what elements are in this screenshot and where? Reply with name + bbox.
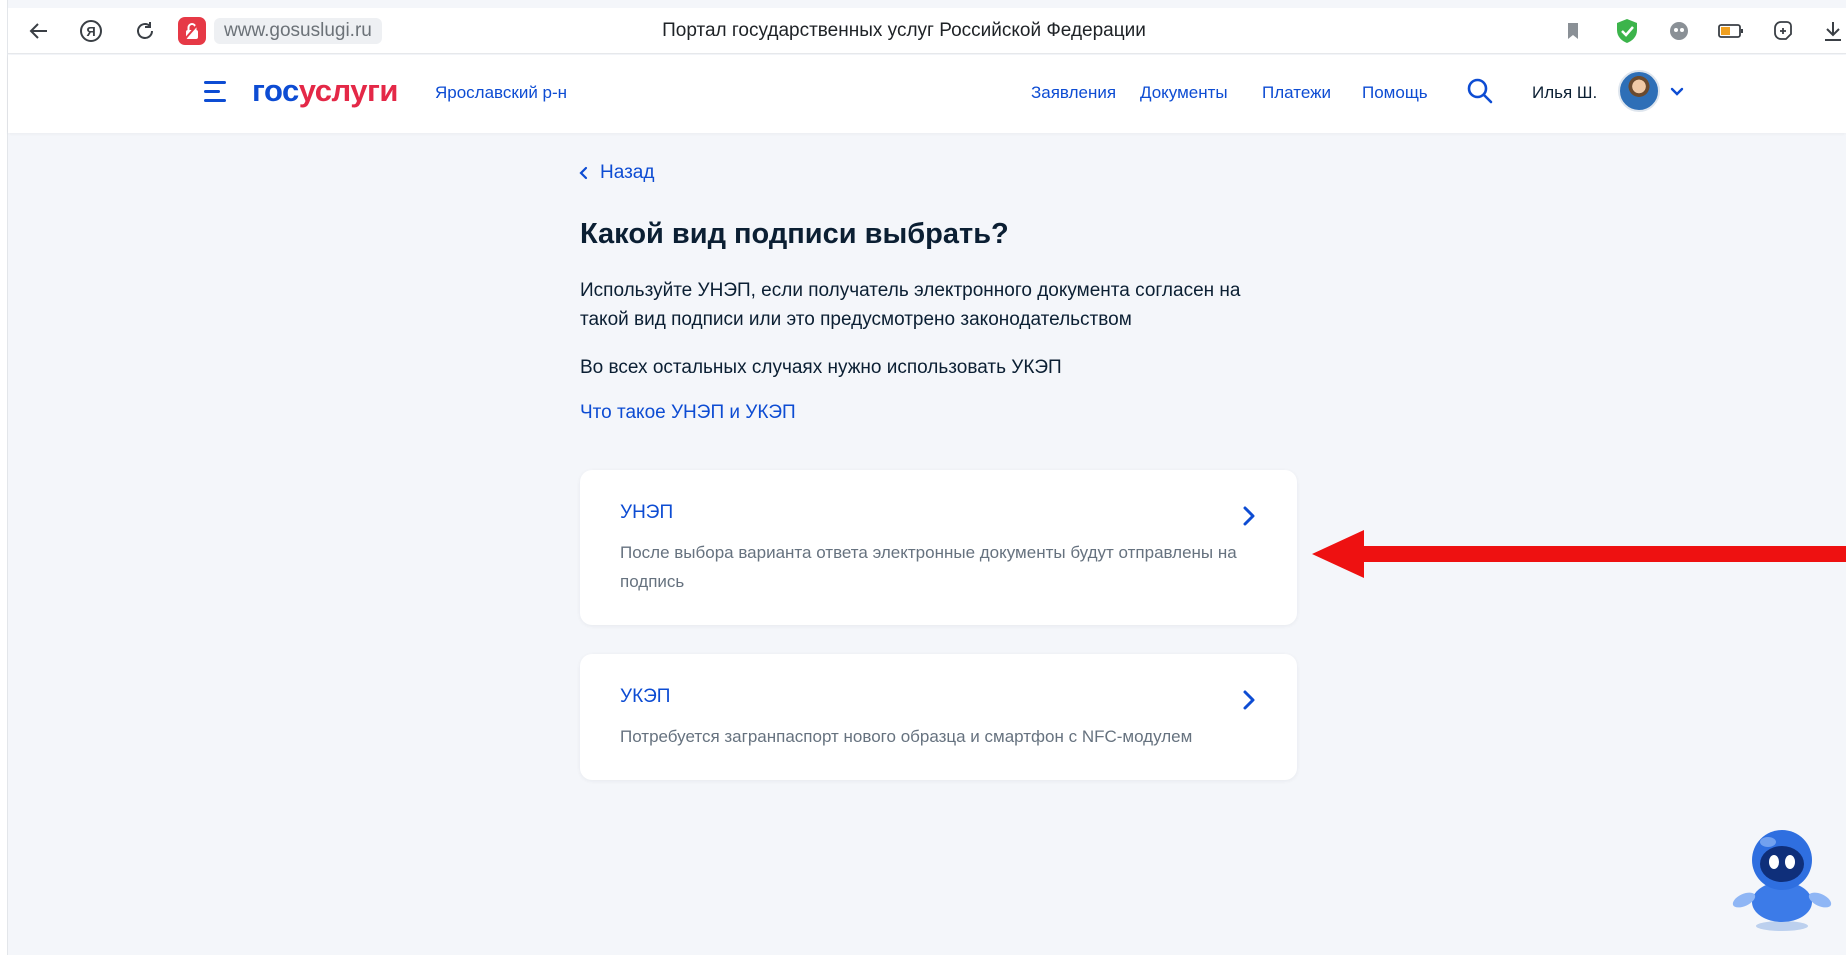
description-note: Во всех остальных случаях нужно использо… [580, 357, 1062, 378]
avatar[interactable] [1618, 70, 1660, 112]
window-edge [0, 0, 8, 955]
info-link[interactable]: Что такое УНЭП и УКЭП [580, 402, 796, 424]
search-icon[interactable] [1466, 77, 1494, 105]
assistant-robot-icon[interactable] [1730, 822, 1834, 934]
browser-page-title: Портал государственных услуг Российской … [662, 20, 1146, 41]
region-selector[interactable]: Ярославский р-н [435, 83, 567, 103]
chevron-left-icon [579, 166, 588, 180]
extension-icon[interactable] [1666, 18, 1692, 44]
browser-toolbar: Я www.gosuslugi.ru Портал государственны… [8, 8, 1846, 54]
back-link-label: Назад [600, 162, 655, 183]
shield-check-icon[interactable] [1614, 18, 1640, 44]
nav-applications[interactable]: Заявления [1031, 83, 1116, 103]
logo-part-gos: гос [252, 73, 299, 108]
site-header: госуслуги Ярославский р-н Заявления Доку… [8, 55, 1846, 133]
chevron-right-icon [1243, 690, 1255, 710]
logo-part-uslugi: услуги [298, 73, 399, 108]
back-link[interactable]: Назад [578, 162, 654, 184]
description-text: Используйте УНЭП, если получатель электр… [580, 280, 1241, 330]
chevron-right-icon [1243, 506, 1255, 526]
page-title: Какой вид подписи выбрать? [580, 218, 1009, 250]
nav-documents[interactable]: Документы [1140, 83, 1228, 103]
download-icon[interactable] [1820, 18, 1846, 44]
option-title: УКЭП [620, 686, 671, 707]
bookmark-icon[interactable] [1560, 18, 1586, 44]
battery-icon[interactable] [1718, 18, 1744, 44]
nav-help[interactable]: Помощь [1362, 83, 1428, 103]
nav-payments[interactable]: Платежи [1262, 83, 1331, 103]
option-title: УНЭП [620, 502, 674, 523]
gosuslugi-logo[interactable]: госуслуги [252, 73, 398, 109]
user-name[interactable]: Илья Ш. [1532, 83, 1597, 103]
menu-icon[interactable] [204, 81, 230, 103]
option-description: После выбора варианта ответа электронные… [620, 543, 1237, 591]
option-description: Потребуется загранпаспорт нового образца… [620, 727, 1193, 746]
chevron-down-icon[interactable] [1668, 83, 1686, 101]
annotation-arrow [1312, 530, 1846, 578]
option-card-unep[interactable]: УНЭП После выбора варианта ответа электр… [580, 470, 1297, 625]
option-card-ukep[interactable]: УКЭП Потребуется загранпаспорт нового об… [580, 654, 1297, 780]
cast-icon[interactable] [1770, 18, 1796, 44]
